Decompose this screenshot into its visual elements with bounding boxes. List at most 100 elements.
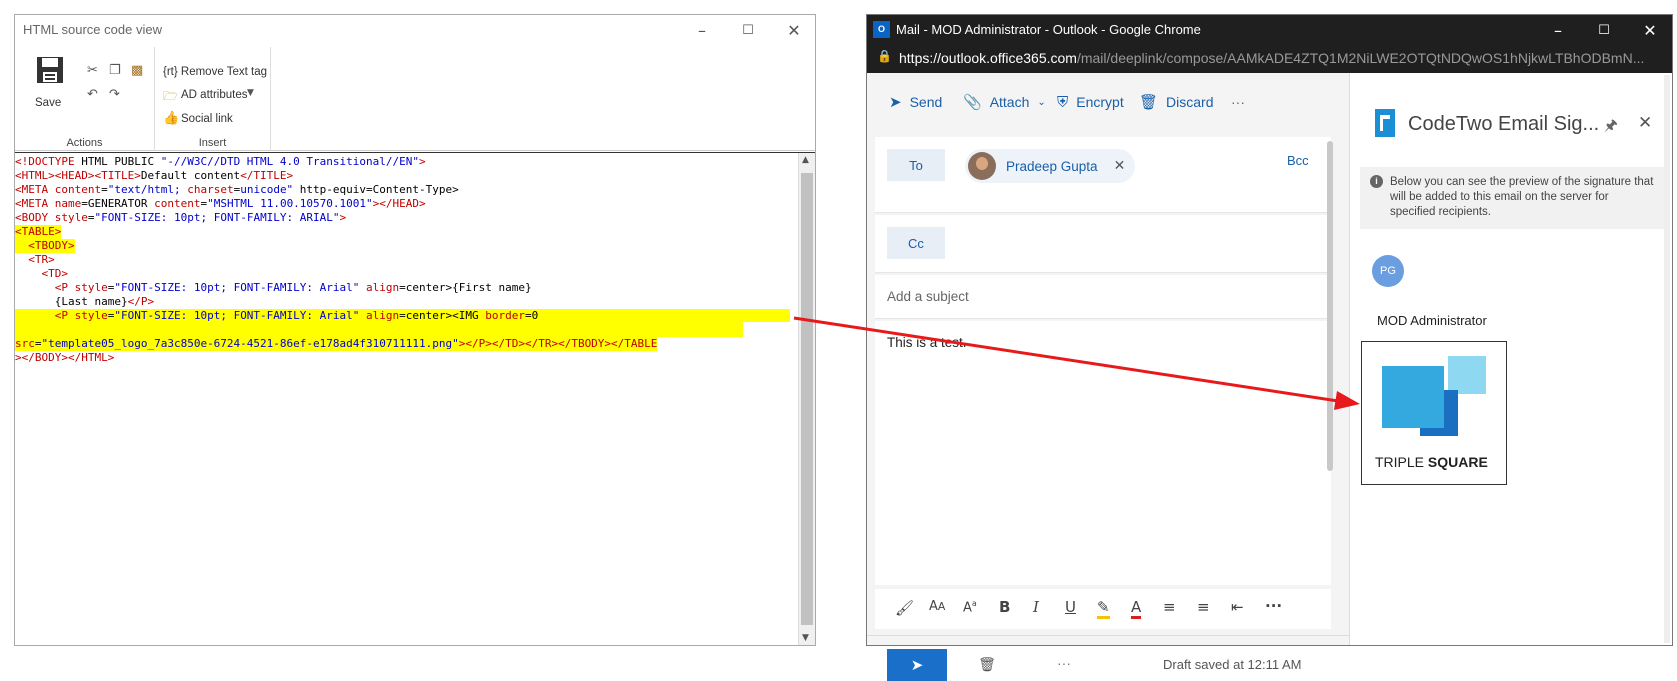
code-line: <!DOCTYPE HTML PUBLIC "-//W3C//DTD HTML … [15, 155, 799, 169]
side-panel-scrollbar[interactable] [1664, 75, 1670, 643]
code-token: style [54, 211, 88, 224]
to-button[interactable]: To [887, 149, 945, 181]
code-token: <TD> [15, 267, 68, 280]
copy-icon[interactable]: ❐ [109, 63, 121, 78]
discard-button[interactable]: 🗑 Discard [1139, 73, 1214, 131]
code-line: <TD> [15, 267, 799, 281]
remove-text-tag-button[interactable]: {rt} Remove Text tag [163, 66, 267, 78]
font-icon[interactable]: AA [929, 599, 945, 614]
numbering-icon[interactable]: ≡ [1197, 598, 1210, 616]
code-token: </TITLE> [240, 169, 294, 182]
compose-scrollbar[interactable] [1327, 141, 1333, 471]
cc-button[interactable]: Cc [887, 227, 945, 259]
shield-icon: ⛨ [1057, 93, 1069, 111]
recipient-avatar [968, 152, 996, 180]
paste-icon[interactable]: ▩ [131, 63, 143, 78]
code-token: http-equiv=Content-Type> [293, 183, 459, 196]
cut-icon[interactable]: ✂ [87, 63, 98, 78]
highlight-icon[interactable]: ✎ [1097, 598, 1110, 619]
trash-icon: 🗑 [1139, 93, 1159, 111]
thumbs-up-icon: 👍 [163, 111, 180, 126]
footer-divider [867, 635, 1349, 636]
discard-footer-button[interactable]: 🗑 [957, 649, 1017, 681]
maximize-icon[interactable]: ☐ [725, 15, 771, 45]
bcc-button[interactable]: Bcc [1287, 153, 1309, 168]
send-button[interactable]: ➤ [887, 649, 947, 681]
code-line: <P style="FONT-SIZE: 10pt; FONT-FAMILY: … [15, 309, 790, 323]
code-token: style [74, 281, 108, 294]
code-token: "FONT-SIZE: 10pt; FONT-FAMILY: Arial" [114, 281, 360, 294]
pin-icon[interactable]: 🖈 [1604, 115, 1618, 140]
attach-button[interactable]: 📎 Attach ⌄ [963, 73, 1054, 131]
bullets-icon[interactable]: ≡ [1163, 598, 1176, 616]
scroll-thumb[interactable] [801, 173, 813, 625]
code-token: > [419, 155, 426, 168]
floppy-disk-icon [37, 57, 63, 83]
insert-group-label: Insert [198, 137, 227, 149]
font-size-icon[interactable]: Aa [963, 599, 977, 615]
font-color-icon[interactable]: A [1131, 598, 1142, 619]
code-token: Default content [140, 169, 241, 182]
info-box: i Below you can see the preview of the s… [1360, 167, 1666, 229]
code-token: <BODY [15, 211, 55, 224]
subject-field[interactable]: Add a subject [875, 275, 1331, 319]
social-link-button[interactable]: 👍 Social link [163, 111, 263, 129]
code-token: =center><IMG [399, 309, 486, 322]
format-more-button[interactable]: ··· [1265, 597, 1282, 615]
code-token: <META [15, 183, 55, 196]
vertical-scrollbar[interactable]: ▲ ▼ [798, 153, 815, 645]
code-token: > [339, 211, 347, 224]
scroll-down-icon[interactable]: ▼ [802, 633, 809, 643]
send-icon: ➤ [889, 93, 902, 111]
code-line [15, 323, 744, 337]
left-window-title: HTML source code view [23, 22, 162, 37]
send-toolbar-button[interactable]: ➤ Send [889, 73, 942, 131]
compose-pane: To Pradeep Gupta ✕ Bcc Cc Add a subject … [867, 131, 1349, 681]
minimize-icon[interactable]: – [679, 15, 725, 45]
folder-icon: 🗁 [163, 89, 178, 103]
code-editor[interactable]: <!DOCTYPE HTML PUBLIC "-//W3C//DTD HTML … [15, 152, 815, 645]
dropdown-arrow-icon: ▼ [247, 88, 254, 98]
code-token: ></HEAD> [372, 197, 426, 210]
remove-recipient-icon[interactable]: ✕ [1114, 158, 1126, 174]
close-icon[interactable]: ✕ [771, 15, 817, 45]
bold-icon[interactable]: B [999, 598, 1010, 616]
recipient-chip[interactable]: Pradeep Gupta ✕ [965, 149, 1135, 183]
cc-field[interactable]: Cc [875, 215, 1331, 273]
url-host: https://outlook.office365.com [899, 50, 1077, 66]
address-bar[interactable]: 🔒 https://outlook.office365.com/mail/dee… [867, 45, 1672, 73]
code-token: =0 [525, 309, 790, 322]
toolbar-more-button[interactable]: ··· [1231, 73, 1245, 131]
side-panel-close-icon[interactable]: ✕ [1638, 113, 1652, 133]
redo-icon[interactable]: ↷ [109, 87, 120, 102]
html-source-window: HTML source code view – ☐ ✕ Save ✂ ❐ ▩ ↶… [14, 14, 816, 646]
sender-name: MOD Administrator [1377, 313, 1487, 328]
chrome-maximize-icon[interactable]: ☐ [1581, 15, 1627, 45]
code-token: =GENERATOR [81, 197, 155, 210]
encrypt-button[interactable]: ⛨ Encrypt [1057, 73, 1124, 131]
outlook-logo-icon: O [873, 21, 890, 38]
logo-square-mid [1382, 366, 1444, 428]
save-button[interactable]: Save [33, 53, 67, 115]
compose-toolbar: ➤ Send 📎 Attach ⌄ ⛨ Encrypt 🗑 Discard ··· [867, 73, 1349, 131]
scroll-up-icon[interactable]: ▲ [802, 155, 809, 165]
chrome-close-icon[interactable]: ✕ [1627, 15, 1673, 45]
ad-attributes-button[interactable]: 🗁 AD attributes ▼ [163, 87, 263, 105]
underline-icon[interactable]: U [1065, 598, 1076, 616]
subject-placeholder: Add a subject [887, 289, 969, 304]
message-body[interactable]: This is a test. [875, 321, 1331, 585]
chrome-titlebar: O Mail - MOD Administrator - Outlook - G… [867, 15, 1672, 45]
code-token: = [87, 211, 95, 224]
left-titlebar: HTML source code view – ☐ ✕ [15, 15, 815, 45]
code-token: src [15, 337, 35, 350]
format-painter-icon[interactable]: 🖌 [895, 599, 914, 617]
chrome-window-title: Mail - MOD Administrator - Outlook - Goo… [896, 22, 1201, 37]
code-token: "template05_logo_7a3c850e-6724-4521-86ef… [41, 337, 459, 350]
outdent-icon[interactable]: ⇤ [1231, 598, 1244, 616]
undo-icon[interactable]: ↶ [87, 87, 98, 102]
chrome-minimize-icon[interactable]: – [1535, 15, 1581, 45]
italic-icon[interactable]: I [1033, 598, 1039, 616]
footer-more-button[interactable]: ··· [1057, 655, 1071, 671]
social-link-label: Social link [181, 113, 233, 125]
to-field[interactable]: To Pradeep Gupta ✕ Bcc [875, 137, 1331, 213]
